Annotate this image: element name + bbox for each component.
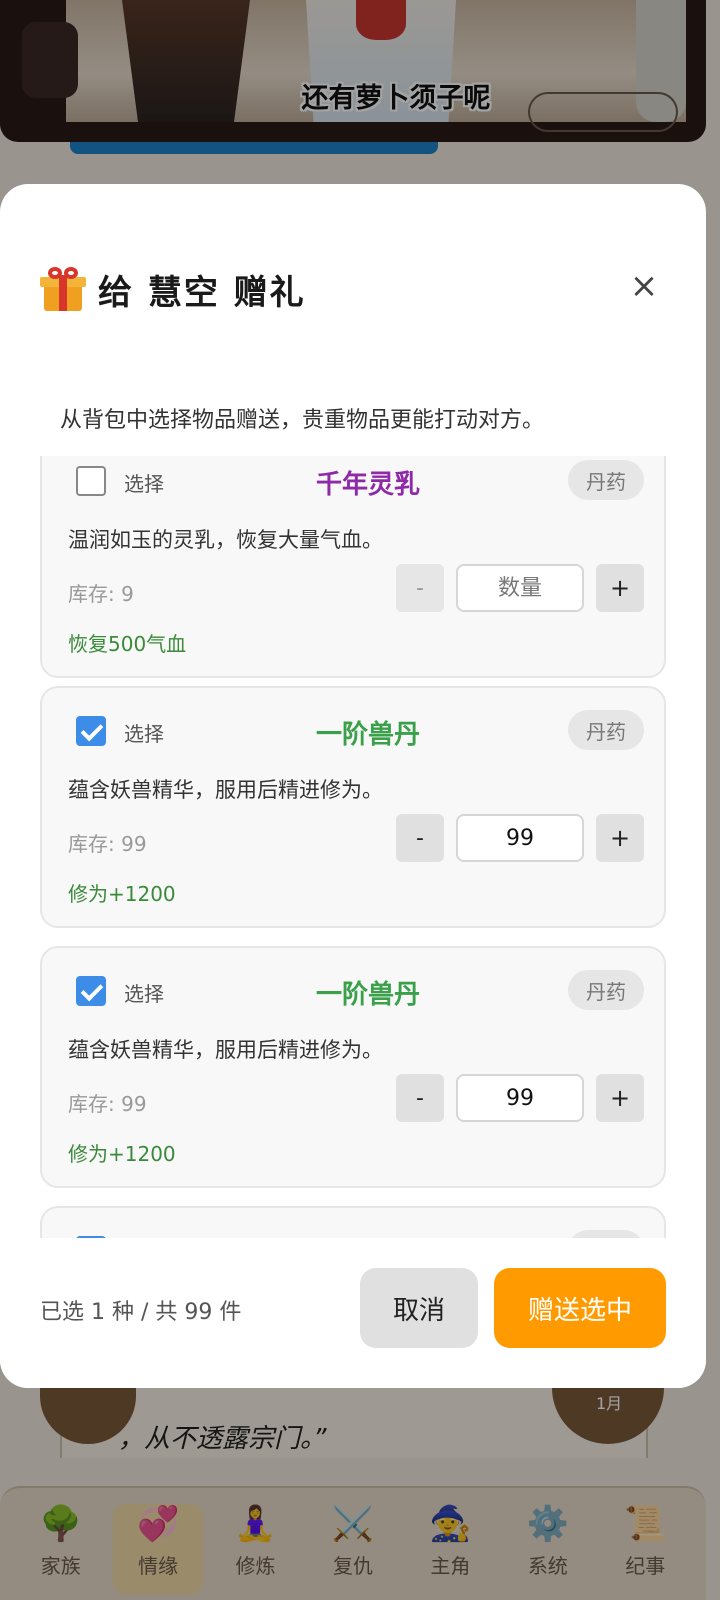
item-card: 选择 一阶兽丹 丹药 蕴含妖兽精华，服用后精进修为。 库存: 99 - + 修为… bbox=[40, 686, 666, 928]
gift-modal: 给 慧空 赠礼 × 从背包中选择物品赠送，贵重物品更能打动对方。 选择 千年灵乳… bbox=[0, 184, 706, 1388]
quantity-increase-button[interactable]: + bbox=[596, 814, 644, 862]
item-stock: 库存: 99 bbox=[68, 1092, 147, 1116]
item-stock: 库存: 9 bbox=[68, 582, 134, 606]
quantity-decrease-button[interactable]: - bbox=[396, 814, 444, 862]
item-description: 蕴含妖兽精华，服用后精进修为。 bbox=[68, 1038, 383, 1062]
item-card bbox=[40, 1206, 666, 1238]
modal-header: 给 慧空 赠礼 bbox=[40, 264, 306, 314]
modal-subtext: 从背包中选择物品赠送，贵重物品更能打动对方。 bbox=[60, 408, 545, 433]
item-name: 一阶兽丹 bbox=[315, 720, 420, 750]
quantity-increase-button[interactable]: + bbox=[596, 564, 644, 612]
quantity-decrease-button[interactable]: - bbox=[396, 564, 444, 612]
quantity-increase-button[interactable]: + bbox=[596, 1074, 644, 1122]
item-name: 千年灵乳 bbox=[315, 470, 420, 500]
modal-title: 给 慧空 赠礼 bbox=[98, 272, 306, 313]
category-badge: 丹药 bbox=[568, 970, 644, 1010]
select-label: 选择 bbox=[124, 472, 164, 496]
item-description: 蕴含妖兽精华，服用后精进修为。 bbox=[68, 778, 383, 802]
category-badge bbox=[568, 1230, 644, 1238]
item-name: 一阶兽丹 bbox=[315, 980, 420, 1010]
quantity-input[interactable] bbox=[456, 814, 584, 862]
quantity-input[interactable] bbox=[456, 564, 584, 612]
item-stock: 库存: 99 bbox=[68, 832, 147, 856]
gift-icon bbox=[40, 267, 86, 311]
close-icon: × bbox=[629, 266, 659, 306]
item-description: 温润如玉的灵乳，恢复大量气血。 bbox=[68, 528, 383, 552]
modal-footer: 已选 1 种 / 共 99 件 取消 赠送选中 bbox=[0, 1238, 706, 1388]
cancel-button[interactable]: 取消 bbox=[360, 1268, 478, 1348]
item-checkbox[interactable] bbox=[76, 716, 106, 746]
category-badge: 丹药 bbox=[568, 460, 644, 500]
category-badge: 丹药 bbox=[568, 710, 644, 750]
close-button[interactable]: × bbox=[622, 264, 666, 308]
item-card: 选择 千年灵乳 丹药 温润如玉的灵乳，恢复大量气血。 库存: 9 - + 恢复5… bbox=[40, 456, 666, 678]
select-label: 选择 bbox=[124, 982, 164, 1006]
select-label: 选择 bbox=[124, 722, 164, 746]
item-card: 选择 一阶兽丹 丹药 蕴含妖兽精华，服用后精进修为。 库存: 99 - + 修为… bbox=[40, 946, 666, 1188]
quantity-input[interactable] bbox=[456, 1074, 584, 1122]
item-effect: 修为+1200 bbox=[68, 882, 176, 906]
item-effect: 修为+1200 bbox=[68, 1142, 176, 1166]
item-effect: 恢复500气血 bbox=[68, 632, 187, 656]
item-checkbox[interactable] bbox=[76, 466, 106, 496]
item-list[interactable]: 选择 千年灵乳 丹药 温润如玉的灵乳，恢复大量气血。 库存: 9 - + 恢复5… bbox=[0, 456, 706, 1238]
send-selected-button[interactable]: 赠送选中 bbox=[494, 1268, 666, 1348]
selection-summary: 已选 1 种 / 共 99 件 bbox=[40, 1300, 242, 1325]
quantity-decrease-button[interactable]: - bbox=[396, 1074, 444, 1122]
item-checkbox[interactable] bbox=[76, 976, 106, 1006]
